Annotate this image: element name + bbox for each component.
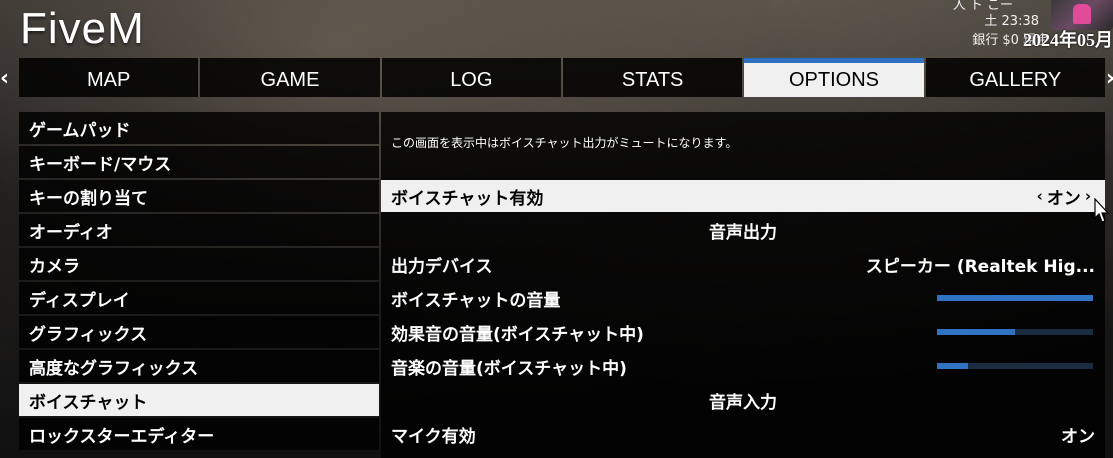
tab-options[interactable]: OPTIONS bbox=[744, 58, 924, 97]
options-sidebar: ゲームパッド キーボード/マウス キーの割り当て オーディオ カメラ ディスプレ… bbox=[19, 112, 379, 452]
setting-label: ボイスチャットの音量 bbox=[391, 290, 561, 311]
app-title: FiveM bbox=[20, 4, 145, 53]
section-header-input: 音声入力 bbox=[709, 392, 777, 413]
setting-sfx-volume[interactable]: 効果音の音量(ボイスチャット中) bbox=[381, 316, 1105, 348]
setting-music-volume[interactable]: 音楽の音量(ボイスチャット中) bbox=[381, 350, 1105, 382]
music-volume-slider[interactable] bbox=[937, 363, 1093, 369]
setting-label: 音楽の音量(ボイスチャット中) bbox=[391, 358, 627, 379]
setting-mic-enabled[interactable]: マイク有効 オン bbox=[381, 418, 1105, 450]
sidebar-item-rockstar-editor[interactable]: ロックスターエディター bbox=[19, 418, 379, 450]
sidebar-item-advanced-graphics[interactable]: 高度なグラフィックス bbox=[19, 350, 379, 382]
tab-map[interactable]: MAP bbox=[19, 58, 199, 97]
slider-fill bbox=[937, 363, 969, 369]
mute-notice: この画面を表示中はボイスチャット出力がミュートになります。 bbox=[391, 136, 738, 150]
mic-enabled-value: オン bbox=[1061, 426, 1095, 447]
setting-label: 出力デバイス bbox=[391, 256, 493, 277]
section-header-output: 音声出力 bbox=[709, 222, 777, 243]
sidebar-item-keyboard-mouse[interactable]: キーボード/マウス bbox=[19, 146, 379, 178]
settings-list: ボイスチャット有効 ‹ オン › 音声出力 出力デバイス スピーカー (Real… bbox=[381, 180, 1105, 452]
slider-fill bbox=[937, 329, 1015, 335]
sidebar-item-voice-chat[interactable]: ボイスチャット bbox=[19, 384, 379, 416]
setting-voice-chat-enabled[interactable]: ボイスチャット有効 ‹ オン › bbox=[381, 180, 1105, 212]
tab-log[interactable]: LOG bbox=[381, 58, 561, 97]
setting-voice-volume[interactable]: ボイスチャットの音量 bbox=[381, 282, 1105, 314]
tab-bar: MAP GAME LOG STATS OPTIONS GALLERY bbox=[19, 58, 1105, 97]
tab-stats[interactable]: STATS bbox=[562, 58, 743, 97]
chevron-left-icon[interactable]: ‹ bbox=[1037, 187, 1043, 205]
tab-gallery[interactable]: GALLERY bbox=[925, 58, 1105, 97]
chevron-right-icon[interactable]: › bbox=[1085, 187, 1091, 205]
voice-chat-enabled-value: オン bbox=[1046, 188, 1081, 209]
output-device-value: スピーカー (Realtek Hig... bbox=[865, 256, 1095, 277]
sidebar-item-gamepad[interactable]: ゲームパッド bbox=[19, 112, 379, 144]
mouse-cursor-icon bbox=[1094, 198, 1110, 223]
setting-label: ボイスチャット有効 bbox=[391, 188, 544, 209]
slider-fill bbox=[937, 295, 1093, 301]
sidebar-item-key-bindings[interactable]: キーの割り当て bbox=[19, 180, 379, 212]
sidebar-item-camera[interactable]: カメラ bbox=[19, 248, 379, 280]
tab-next-arrow-icon[interactable]: › bbox=[1106, 66, 1113, 91]
setting-label: マイク有効 bbox=[391, 426, 476, 447]
sfx-volume-slider[interactable] bbox=[937, 329, 1093, 335]
date-overlay: 2024年05月 bbox=[1023, 30, 1113, 50]
setting-label: 効果音の音量(ボイスチャット中) bbox=[391, 324, 644, 345]
setting-output-device[interactable]: 出力デバイス スピーカー (Realtek Hig... bbox=[381, 248, 1105, 280]
voice-volume-slider[interactable] bbox=[937, 295, 1093, 301]
tab-prev-arrow-icon[interactable]: ‹ bbox=[0, 66, 9, 91]
tab-game[interactable]: GAME bbox=[200, 58, 380, 97]
setting-value: ‹ オン › bbox=[1033, 184, 1095, 209]
player-hud: 人 ト こー 土 23:38 銀行 $0 現金 2024年05月 bbox=[923, 0, 1113, 52]
sidebar-item-audio[interactable]: オーディオ bbox=[19, 214, 379, 246]
voice-chat-settings-panel: この画面を表示中はボイスチャット出力がミュートになります。 ボイスチャット有効 … bbox=[381, 112, 1105, 458]
sidebar-item-display[interactable]: ディスプレイ bbox=[19, 282, 379, 314]
sidebar-item-graphics[interactable]: グラフィックス bbox=[19, 316, 379, 348]
